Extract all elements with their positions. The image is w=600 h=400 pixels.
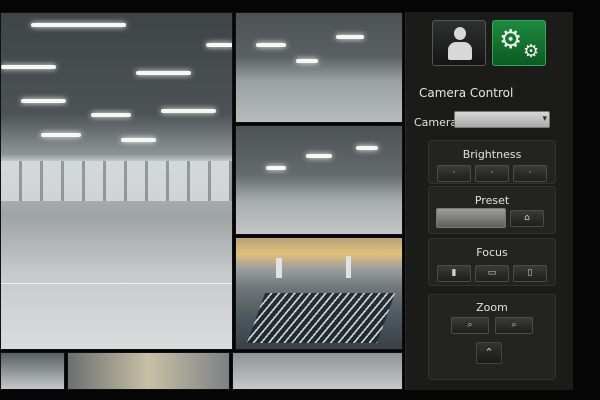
ceiling-light bbox=[21, 99, 66, 103]
video-wall: ⚙ ⚙ Camera Control Camera ▾ Brightness ·… bbox=[0, 0, 600, 400]
focus-auto-button[interactable]: ▭ bbox=[475, 265, 509, 282]
ceiling-light bbox=[356, 146, 378, 150]
panel-title: Camera Control bbox=[419, 86, 514, 100]
camera-feed-preview-3[interactable] bbox=[235, 237, 403, 350]
ceiling-light bbox=[91, 113, 131, 117]
preset-home-button[interactable]: ⌂ bbox=[510, 210, 544, 227]
ceiling-light bbox=[41, 133, 81, 137]
camera-feed-main[interactable] bbox=[0, 12, 233, 350]
focus-near-button[interactable]: ▮ bbox=[437, 265, 471, 282]
preset-label: Preset bbox=[474, 194, 510, 207]
gear-icon: ⚙ bbox=[523, 41, 540, 62]
user-button[interactable] bbox=[432, 20, 486, 66]
focus-group: Focus ▮ ▭ ▯ bbox=[428, 238, 556, 286]
brightness-increase-button[interactable]: · bbox=[513, 165, 547, 182]
camera-thumbnail-2[interactable] bbox=[67, 352, 230, 390]
focus-label: Focus bbox=[476, 246, 508, 259]
solar-panel-array bbox=[246, 293, 396, 343]
camera-label: Camera bbox=[414, 116, 458, 129]
ceiling-light bbox=[121, 138, 156, 142]
ceiling-light bbox=[296, 59, 318, 63]
zoom-label: Zoom bbox=[476, 301, 508, 314]
ceiling-light bbox=[266, 166, 286, 170]
camera-feed-preview-2[interactable] bbox=[235, 125, 403, 235]
ceiling-light bbox=[306, 154, 332, 158]
ceiling-light bbox=[1, 65, 56, 69]
zoom-group: Zoom ⌕ ⌕ bbox=[428, 294, 556, 380]
ceiling-light bbox=[336, 35, 364, 39]
ceiling-light bbox=[206, 43, 232, 47]
focus-far-button[interactable]: ▯ bbox=[513, 265, 547, 282]
gear-icon: ⚙ bbox=[499, 25, 523, 55]
building bbox=[346, 256, 351, 278]
camera-thumbnail-1[interactable] bbox=[0, 352, 65, 390]
brightness-decrease-button[interactable]: · bbox=[437, 165, 471, 182]
user-icon bbox=[454, 27, 466, 40]
camera-thumbnail-3[interactable] bbox=[232, 352, 403, 390]
floor-line bbox=[1, 283, 232, 284]
chevron-up-icon[interactable]: ⌃ bbox=[476, 342, 502, 364]
ceiling-light bbox=[136, 71, 191, 75]
settings-button[interactable]: ⚙ ⚙ bbox=[492, 20, 546, 66]
zoom-out-button[interactable]: ⌕ bbox=[451, 317, 489, 334]
ceiling-light bbox=[161, 109, 216, 113]
ceiling-light bbox=[256, 43, 286, 47]
zoom-in-button[interactable]: ⌕ bbox=[495, 317, 533, 334]
chevron-down-icon: ▾ bbox=[542, 114, 547, 124]
window-row bbox=[1, 161, 232, 201]
camera-select[interactable]: ▾ bbox=[454, 111, 550, 128]
building bbox=[276, 258, 282, 278]
ceiling-light bbox=[31, 23, 126, 27]
user-icon-body bbox=[448, 42, 472, 60]
camera-control-panel: ⚙ ⚙ Camera Control Camera ▾ Brightness ·… bbox=[405, 12, 573, 390]
brightness-reset-button[interactable]: · bbox=[475, 165, 509, 182]
brightness-label: Brightness bbox=[462, 148, 522, 161]
brightness-group: Brightness · · · bbox=[428, 140, 556, 184]
preset-slider[interactable] bbox=[436, 208, 506, 228]
camera-feed-preview-1[interactable] bbox=[235, 12, 403, 123]
